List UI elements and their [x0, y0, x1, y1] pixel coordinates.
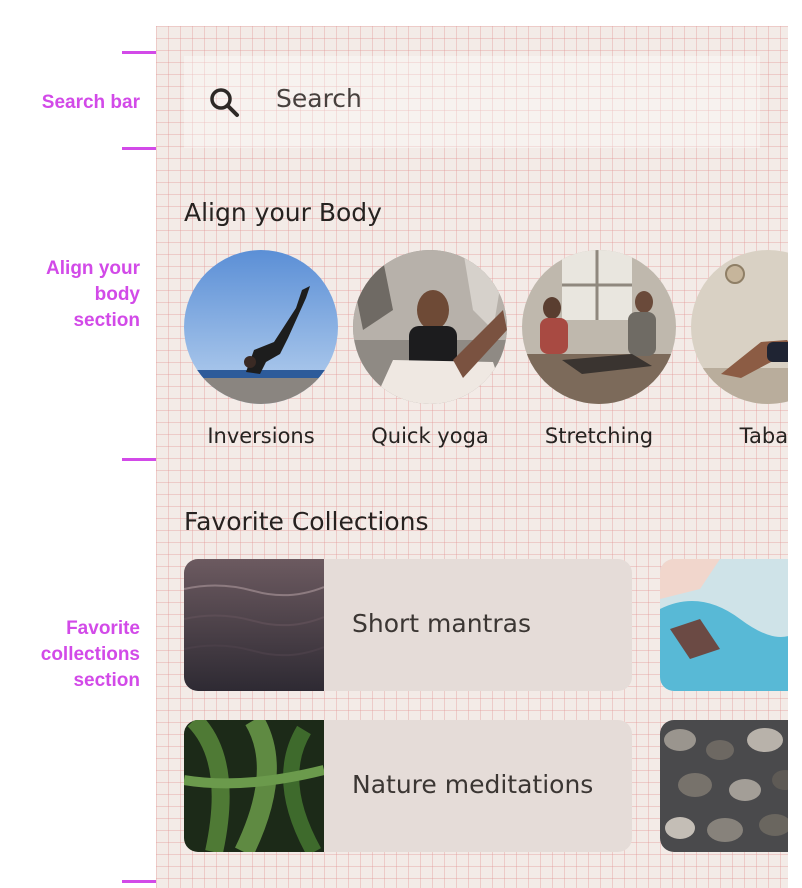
annotation-line: collections — [40, 644, 140, 665]
quick-yoga-image — [353, 250, 507, 404]
collection-card[interactable] — [660, 720, 788, 852]
collection-label: Short mantras — [352, 609, 531, 638]
collection-label: Nature meditations — [352, 770, 594, 799]
annotation-align-body: Align your body section — [46, 256, 140, 334]
nature-meditations-image — [184, 720, 324, 852]
annotation-favorite-collections: Favorite collections section — [41, 616, 140, 694]
align-body-title: Align your Body — [184, 198, 382, 227]
search-icon — [208, 86, 242, 120]
inversions-image — [184, 250, 338, 404]
align-body-item-tabata[interactable] — [691, 250, 788, 404]
collection-image — [660, 720, 788, 852]
collection-image — [660, 559, 788, 691]
annotation-line: section — [73, 310, 140, 331]
align-body-label: Stretching — [544, 424, 654, 448]
collection-card-short-mantras[interactable]: Short mantras — [184, 559, 632, 691]
collection-card-nature-meditations[interactable]: Nature meditations — [184, 720, 632, 852]
search-bar[interactable]: Search — [184, 56, 760, 148]
annotation-line: Favorite — [66, 618, 140, 639]
annotation-search-bar: Search bar — [41, 92, 140, 113]
align-body-item-inversions[interactable] — [184, 250, 338, 404]
annotation-line: Align your — [46, 258, 140, 279]
favorite-collections-title: Favorite Collections — [184, 507, 429, 536]
stretching-image — [522, 250, 676, 404]
align-body-item-quick-yoga[interactable] — [353, 250, 507, 404]
search-input[interactable]: Search — [276, 84, 362, 113]
align-body-item-stretching[interactable] — [522, 250, 676, 404]
collection-card[interactable] — [660, 559, 788, 691]
align-body-label: Inversions — [207, 424, 315, 448]
align-body-label: Quick yoga — [371, 424, 489, 448]
app-canvas: Search Align your Body Inversions Quick — [156, 26, 788, 888]
annotation-line: section — [73, 670, 140, 691]
short-mantras-image — [184, 559, 324, 691]
annotation-line: body — [94, 284, 140, 305]
tabata-image — [691, 250, 788, 404]
align-body-label: Tabat — [739, 424, 788, 448]
